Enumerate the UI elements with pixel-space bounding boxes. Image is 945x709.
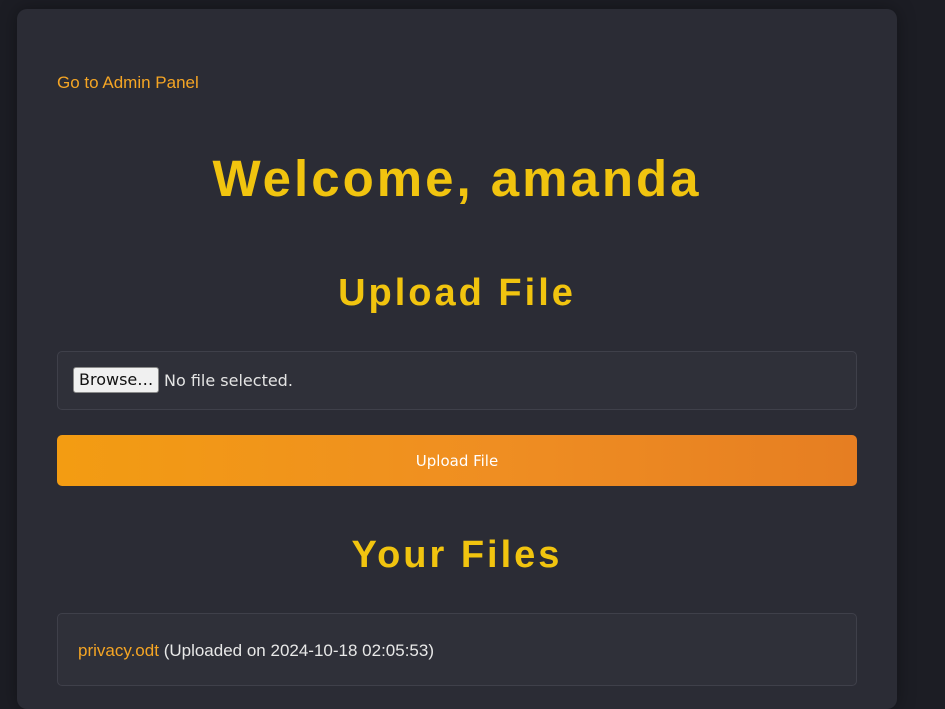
file-list: privacy.odt (Uploaded on 2024-10-18 02:0…	[57, 613, 857, 686]
browse-button[interactable]: Browse…	[73, 367, 160, 393]
upload-file-button[interactable]: Upload File	[57, 435, 857, 486]
files-section-title: Your Files	[351, 534, 563, 576]
file-input-field[interactable]: Browse… No file selected.	[57, 351, 857, 410]
file-link[interactable]: privacy.odt	[78, 641, 159, 660]
list-item: privacy.odt (Uploaded on 2024-10-18 02:0…	[78, 641, 434, 661]
welcome-heading: Welcome, amanda	[212, 150, 702, 207]
admin-panel-link[interactable]: Go to Admin Panel	[57, 73, 199, 93]
main-card: Go to Admin Panel Welcome, amanda Upload…	[17, 9, 897, 709]
upload-section-title: Upload File	[338, 272, 576, 314]
file-status-text: No file selected.	[164, 371, 293, 390]
upload-timestamp: (Uploaded on 2024-10-18 02:05:53)	[163, 641, 435, 660]
